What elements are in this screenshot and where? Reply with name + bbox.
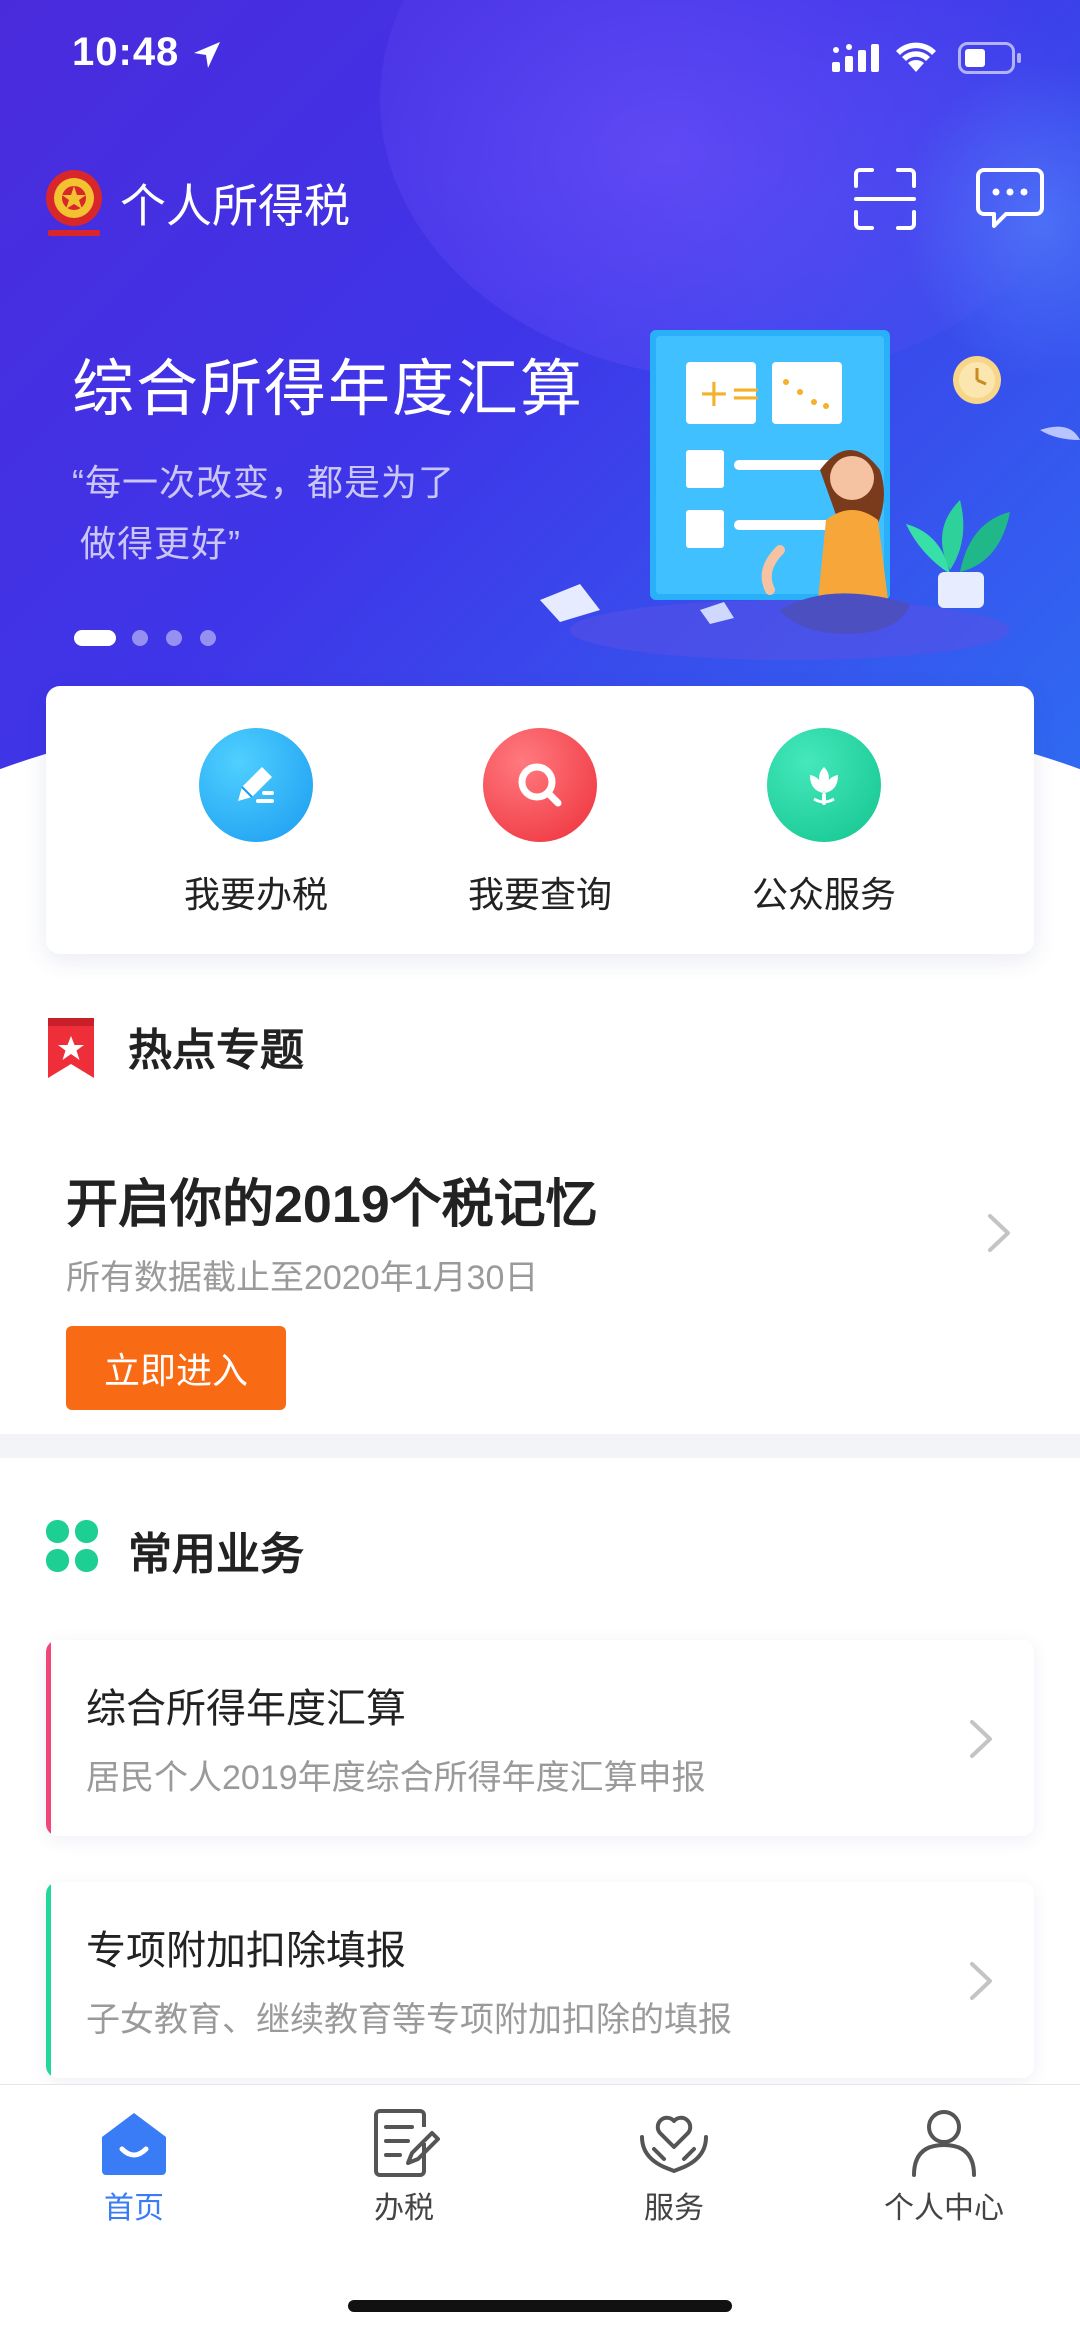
home-indicator bbox=[348, 2300, 732, 2312]
banner-illustration: += bbox=[540, 330, 1080, 660]
scan-icon[interactable] bbox=[852, 166, 918, 232]
tab-service[interactable]: 服务 bbox=[574, 2107, 774, 2227]
pagination-dot[interactable] bbox=[200, 630, 216, 646]
battery-icon bbox=[958, 42, 1021, 74]
pagination-dot[interactable] bbox=[132, 630, 148, 646]
tab-label: 服务 bbox=[644, 2192, 704, 2225]
pencil-icon bbox=[199, 728, 313, 842]
quick-action-tax-filing[interactable]: 我要办税 bbox=[146, 728, 366, 918]
status-bar: 10:48 bbox=[0, 0, 1080, 120]
status-time: 10:48 bbox=[72, 30, 180, 74]
cellular-signal-icon bbox=[832, 44, 879, 72]
chevron-right-icon bbox=[970, 1962, 992, 2000]
quick-action-label: 我要查询 bbox=[467, 874, 612, 915]
location-arrow-icon bbox=[194, 42, 220, 68]
chevron-right-icon bbox=[970, 1720, 992, 1758]
card-accent-bar bbox=[46, 1640, 51, 1836]
clover-grid-icon bbox=[46, 1520, 98, 1572]
tab-profile[interactable]: 个人中心 bbox=[844, 2107, 1044, 2227]
tab-label: 办税 bbox=[374, 2192, 434, 2225]
service-title: 综合所得年度汇算 bbox=[86, 1687, 406, 1731]
svg-text:+=: += bbox=[698, 371, 762, 415]
section-title-common-services: 常用业务 bbox=[128, 1530, 304, 1579]
tab-label: 首页 bbox=[104, 2192, 164, 2225]
quick-actions-card: 我要办税 我要查询 公众服务 bbox=[46, 686, 1034, 954]
tab-tax[interactable]: 办税 bbox=[304, 2107, 504, 2227]
bookmark-star-icon bbox=[48, 1018, 94, 1078]
hot-topic-title[interactable]: 开启你的2019个税记忆 bbox=[66, 1162, 598, 1237]
quick-action-label: 我要办税 bbox=[183, 874, 328, 915]
pagination-dot[interactable] bbox=[166, 630, 182, 646]
message-icon[interactable] bbox=[976, 166, 1044, 232]
user-icon bbox=[912, 2110, 976, 2177]
banner-quote: 做得更好” bbox=[80, 523, 241, 564]
wifi-icon bbox=[896, 42, 936, 72]
banner-quote: “每一次改变，都是为了 bbox=[72, 462, 455, 503]
service-title: 专项附加扣除填报 bbox=[86, 1929, 406, 1973]
lotus-icon bbox=[767, 728, 881, 842]
service-subtitle: 子女教育、继续教育等专项附加扣除的填报 bbox=[86, 2001, 732, 2039]
service-card-special-deduction[interactable]: 专项附加扣除填报 子女教育、继续教育等专项附加扣除的填报 bbox=[46, 1882, 1034, 2078]
hot-topic-subtitle: 所有数据截止至2020年1月30日 bbox=[66, 1259, 539, 1297]
chevron-right-icon[interactable] bbox=[984, 1212, 1016, 1254]
service-card-annual-settlement[interactable]: 综合所得年度汇算 居民个人2019年度综合所得年度汇算申报 bbox=[46, 1640, 1034, 1836]
document-edit-icon bbox=[374, 2109, 440, 2177]
service-subtitle: 居民个人2019年度综合所得年度汇算申报 bbox=[86, 1759, 706, 1797]
tab-home[interactable]: 首页 bbox=[34, 2107, 234, 2227]
search-icon bbox=[483, 728, 597, 842]
section-title-hot-topics: 热点专题 bbox=[128, 1026, 304, 1075]
home-icon bbox=[102, 2113, 166, 2175]
quick-action-query[interactable]: 我要查询 bbox=[430, 728, 650, 918]
heart-hands-icon bbox=[640, 2115, 708, 2174]
quick-action-public-service[interactable]: 公众服务 bbox=[714, 728, 934, 918]
tax-emblem-logo bbox=[46, 170, 102, 236]
enter-now-button[interactable]: 立即进入 bbox=[66, 1326, 286, 1410]
app-header: 个人所得税 bbox=[40, 160, 1044, 250]
pagination-dot-active[interactable] bbox=[74, 630, 116, 646]
app-title: 个人所得税 bbox=[120, 180, 350, 232]
section-divider bbox=[0, 1434, 1080, 1458]
tab-label: 个人中心 bbox=[884, 2192, 1004, 2225]
card-accent-bar bbox=[46, 1882, 51, 2078]
quick-action-label: 公众服务 bbox=[751, 874, 896, 915]
